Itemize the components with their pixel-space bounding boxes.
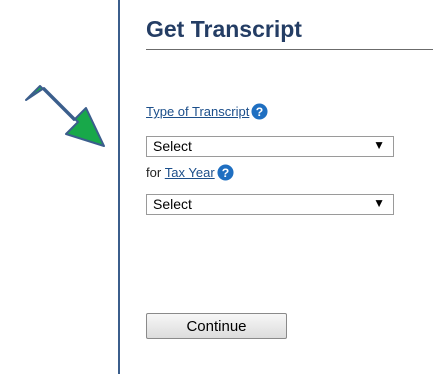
green-arrow-icon [25,85,105,147]
svg-text:?: ? [256,105,264,119]
question-circle-icon[interactable]: ? [251,103,268,120]
tax-year-select[interactable]: Select ▼ [146,194,394,215]
question-circle-icon[interactable]: ? [217,164,234,181]
transcript-type-select[interactable]: Select ▼ [146,136,394,157]
type-of-transcript-label: Type of Transcript ? [146,103,268,120]
type-of-transcript-link[interactable]: Type of Transcript [146,104,249,119]
tax-year-select-value: Select [153,196,192,212]
dropdown-arrow-icon: ▼ [373,138,385,152]
tax-year-link[interactable]: Tax Year [165,165,215,180]
svg-text:?: ? [221,166,229,180]
tax-year-prefix: for [146,165,165,180]
transcript-type-select-value: Select [153,138,192,154]
page-title: Get Transcript [146,16,302,42]
tax-year-label: for Tax Year ? [146,164,234,181]
title-divider [146,49,433,50]
continue-button[interactable]: Continue [146,313,287,339]
dropdown-arrow-icon: ▼ [373,196,385,210]
transcript-panel: Get Transcript Type of Transcript ? Sele… [118,0,433,374]
